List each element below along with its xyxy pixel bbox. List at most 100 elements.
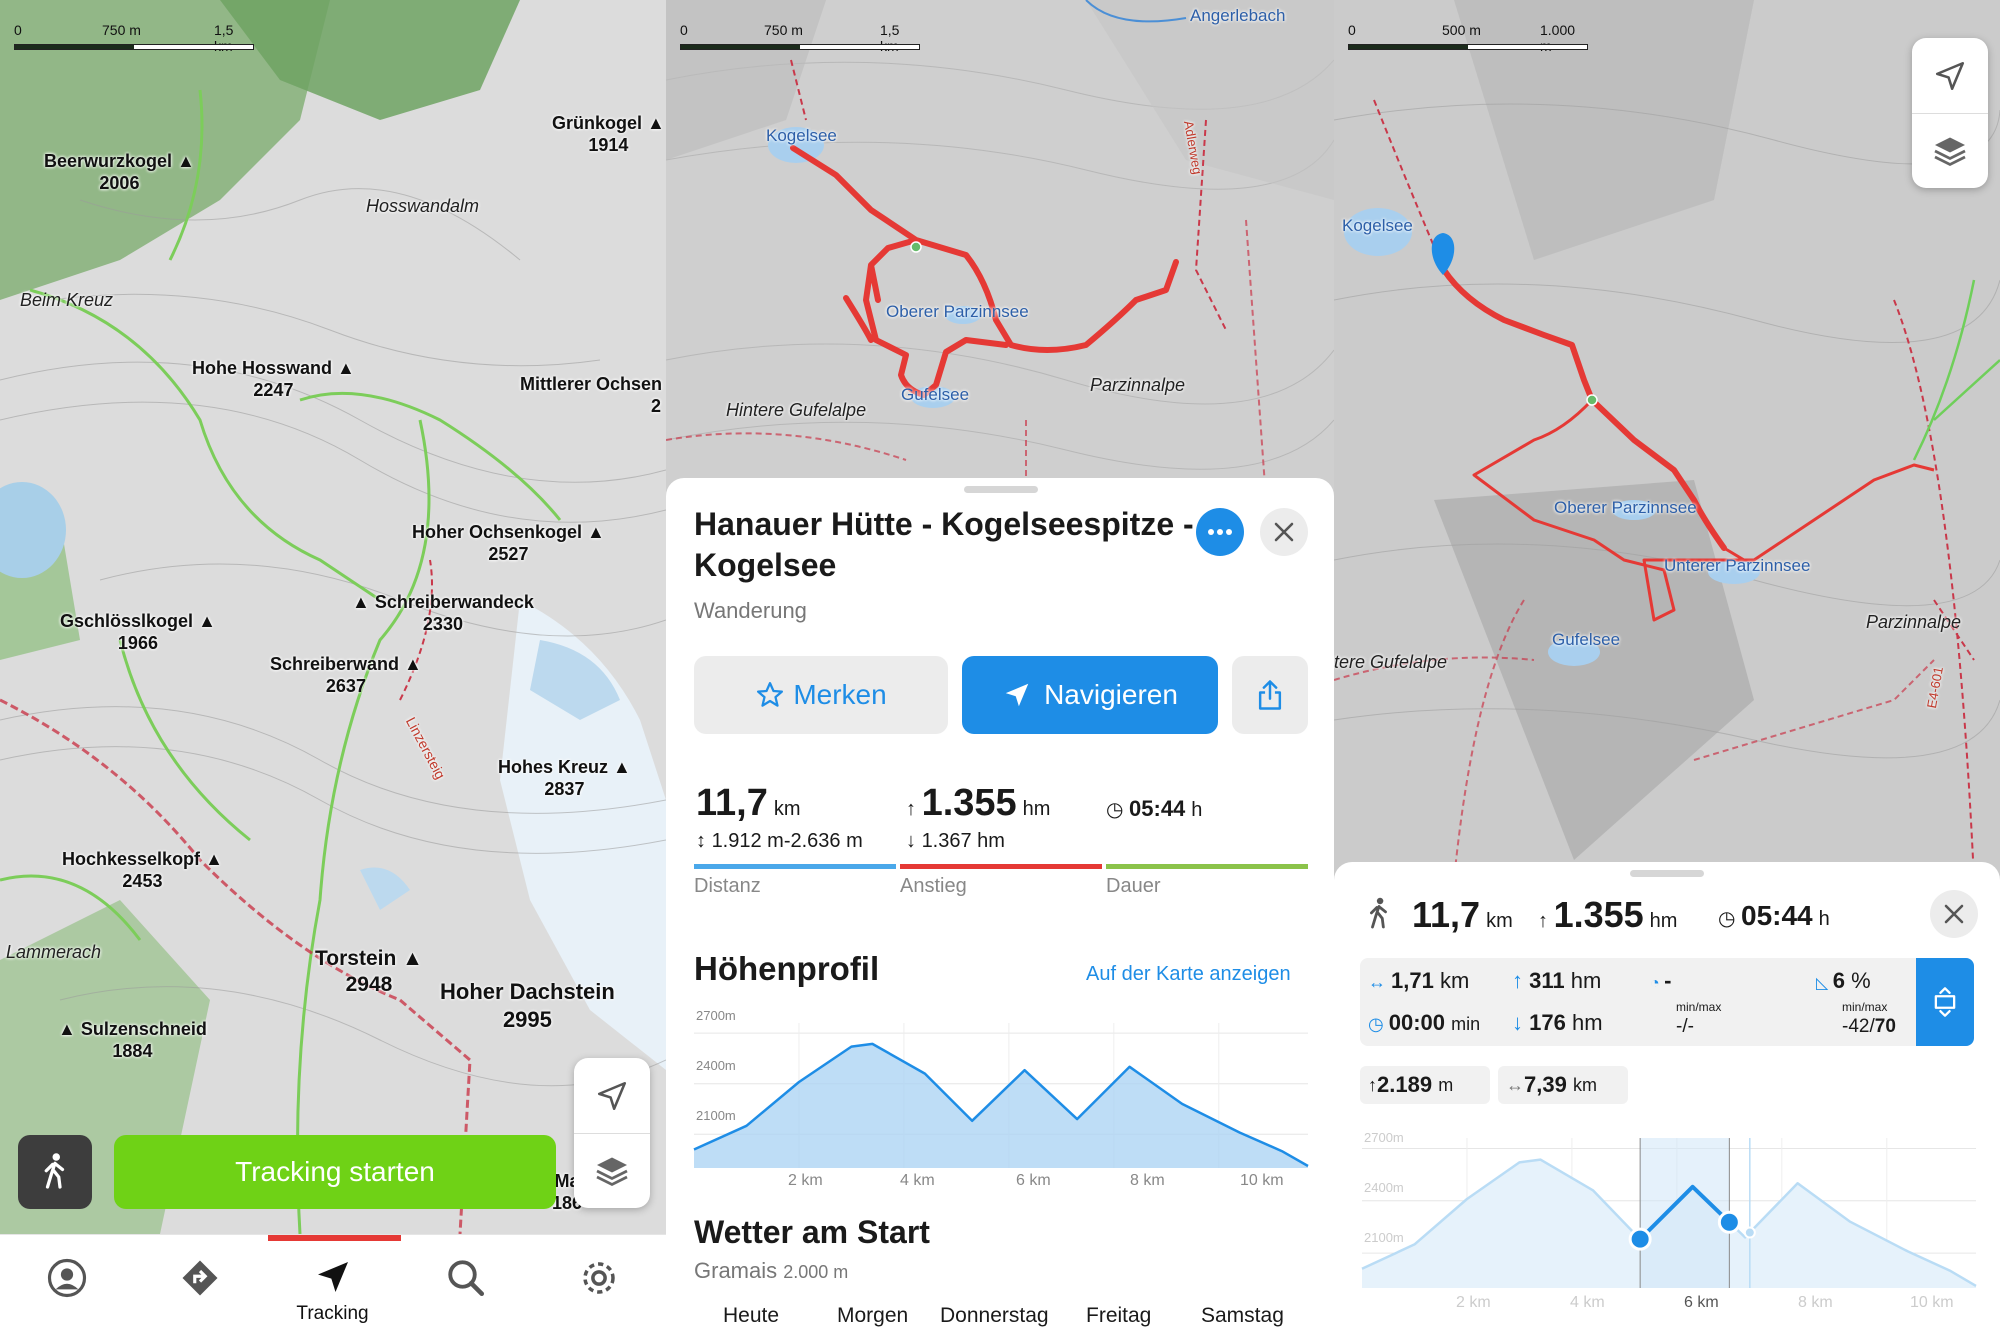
x-tick-label: 8 km <box>1798 1294 1833 1311</box>
clock-icon: ◷ <box>1106 799 1130 821</box>
ascent-value: 1.355 <box>921 782 1017 824</box>
peak-label: Hohes Kreuz ▲ 2837 <box>498 757 631 799</box>
weather-location: Gramais 2.000 m <box>694 1258 848 1284</box>
point-distance-unit: km <box>1572 1074 1597 1095</box>
share-button[interactable] <box>1232 656 1308 734</box>
show-on-map-link[interactable]: Auf der Karte anzeigen <box>1086 963 1291 986</box>
x-tick-label: 10 km <box>1240 1172 1284 1189</box>
locate-button[interactable] <box>1912 38 1988 113</box>
distance-stat: 11,7 km <box>1412 894 1513 936</box>
tab-settings[interactable] <box>532 1235 665 1337</box>
weather-title: Wetter am Start <box>694 1214 930 1250</box>
section-profile-chart[interactable] <box>1334 1120 2000 1292</box>
scale-bar <box>1348 44 1588 50</box>
speed-minmax-value: -/- <box>1676 1016 1694 1037</box>
hiker-icon <box>44 1153 65 1189</box>
scale-mid: 500 m <box>1442 22 1481 38</box>
x-tick-label: 8 km <box>1130 1172 1165 1189</box>
selection-range <box>1640 1138 1730 1288</box>
descent-arrow-icon: ↓ <box>1512 1010 1530 1035</box>
start-tracking-button[interactable]: Tracking starten <box>114 1135 556 1209</box>
elevation-profile-chart[interactable] <box>666 1003 1334 1173</box>
close-button[interactable] <box>1260 508 1308 556</box>
day-tab[interactable]: Samstag <box>1201 1304 1284 1328</box>
point-elevation-value: 2.189 <box>1377 1072 1433 1097</box>
day-tab[interactable]: Freitag <box>1086 1304 1151 1328</box>
ascent-value: 1.355 <box>1553 894 1644 935</box>
scale-bar <box>14 44 254 50</box>
location-arrow-icon <box>1935 61 1965 90</box>
selection-end-handle <box>1717 1210 1741 1234</box>
map-view[interactable]: 0 750 m 1,5 km Angerlebach Kogelsee Ober… <box>666 0 1334 500</box>
duration-label: Dauer <box>1106 875 1161 897</box>
scale-bar <box>680 44 920 50</box>
distance-arrows-icon: ↔ <box>1368 972 1392 992</box>
place-label: tere Gufelalpe <box>1334 652 1448 672</box>
save-button[interactable]: Merken <box>694 656 948 734</box>
peak-label: Hohe Hosswand ▲ 2247 <box>192 358 355 400</box>
section-info-box: ↔ 1,71 km ◷ 00:00 min ↑ 311 hm ↓ 176 hm … <box>1360 958 1916 1046</box>
grade-minmax-value: -42/70 <box>1842 1016 1896 1038</box>
elevation-range: ↕ 1.912 m-2.636 m <box>696 830 863 852</box>
ascent-bar <box>900 864 1102 869</box>
x-tick-label: 4 km <box>900 1172 935 1189</box>
duration-bar <box>1106 864 1308 869</box>
tab-tracking[interactable]: Tracking <box>266 1235 399 1337</box>
grade-min: -42/ <box>1842 1016 1875 1037</box>
section-sheet: 11,7 km ↑ 1.355 hm ◷ 05:44 h ↔ 1,71 km ◷ 00… <box>1334 862 2000 1337</box>
distance-unit: km <box>773 798 801 820</box>
activity-type-button[interactable] <box>18 1135 92 1209</box>
peak-label: ▲ Sulzenschneid 1884 <box>58 1019 207 1061</box>
sheet-grabber[interactable] <box>1630 870 1704 877</box>
close-icon <box>1274 522 1294 542</box>
speed-minmax-label: min/max <box>1676 1000 1722 1014</box>
lake-label: Kogelsee <box>766 126 837 145</box>
lake-label: Kogelsee <box>1342 216 1413 235</box>
more-button[interactable] <box>1196 508 1244 556</box>
layers-icon <box>1934 137 1966 167</box>
day-tab[interactable]: Morgen <box>837 1304 908 1328</box>
close-button[interactable] <box>1930 890 1978 938</box>
section-grade-value: 6 <box>1832 968 1845 993</box>
ascent-unit: hm <box>1649 910 1678 932</box>
ascent-arrow-icon: ↑ <box>1512 968 1530 993</box>
distance-value: 11,7 <box>1412 894 1481 935</box>
peak-label: ▲ Schreiberwandeck 2330 <box>352 592 534 634</box>
scale-zero: 0 <box>1348 22 1356 38</box>
hiker-icon <box>1370 897 1387 929</box>
y-tick-label: 2400m <box>696 1058 736 1073</box>
map-scale: 0 500 m 1.000 m <box>1348 22 1588 62</box>
layers-button[interactable] <box>1912 113 1988 188</box>
map-controls <box>574 1058 650 1208</box>
scale-zero: 0 <box>680 22 688 38</box>
scale-mid: 750 m <box>764 22 803 38</box>
point-elevation-chip: ↑ 2.189 m <box>1360 1066 1490 1104</box>
grade-minmax-label: min/max <box>1842 1000 1888 1014</box>
gear-icon <box>582 1262 615 1294</box>
navigation-arrow-icon <box>317 1262 348 1292</box>
place-label: Hintere Gufelalpe <box>726 400 867 420</box>
close-icon <box>1944 904 1964 924</box>
tab-search[interactable] <box>399 1235 532 1337</box>
layers-button[interactable] <box>574 1133 650 1208</box>
map-view[interactable]: 0 500 m 1.000 m Kogelsee Oberer Parzinns… <box>1334 0 2000 880</box>
y-tick-label: 2700m <box>696 1008 736 1023</box>
expand-section-button[interactable] <box>1916 958 1974 1046</box>
tour-title: Hanauer Hütte - Kogelseespitze - Kogelse… <box>694 506 1194 583</box>
day-tab[interactable]: Heute <box>723 1304 779 1328</box>
section-time: ◷ 00:00 min <box>1368 1010 1480 1036</box>
profile-area <box>694 1043 1308 1168</box>
map-view[interactable]: 0 750 m 1,5 km Beerwurzkogel ▲2006 Grünk… <box>0 0 666 1234</box>
distance-unit: km <box>1486 910 1513 932</box>
map-scale: 0 750 m 1,5 km <box>14 22 254 62</box>
section-descent-unit: hm <box>1571 1010 1603 1035</box>
tab-profile[interactable] <box>0 1235 133 1337</box>
tab-bar: Tracking <box>0 1234 666 1337</box>
locate-button[interactable] <box>574 1058 650 1133</box>
ascent-arrow-icon: ↑ <box>906 798 922 820</box>
cursor-point <box>1743 1226 1756 1239</box>
tab-routes[interactable] <box>133 1235 266 1337</box>
sheet-grabber[interactable] <box>964 486 1038 493</box>
navigate-button[interactable]: Navigieren <box>962 656 1218 734</box>
day-tab[interactable]: Donnerstag <box>940 1304 1049 1328</box>
